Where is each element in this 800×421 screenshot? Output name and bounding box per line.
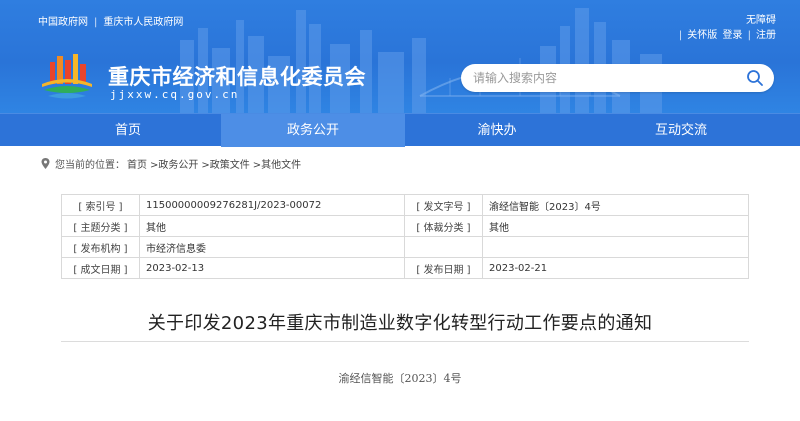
meta-key-written-date: [ 成文日期 ] — [61, 257, 140, 279]
table-row: [ 发布机构 ] 市经济信息委 — [61, 236, 749, 258]
meta-key-genre: [ 体裁分类 ] — [404, 215, 483, 237]
meta-key-index: [ 索引号 ] — [61, 194, 140, 216]
breadcrumb-other-docs[interactable]: >其他文件 — [253, 156, 301, 171]
link-gov-cn[interactable]: 中国政府网 — [38, 13, 88, 28]
divider: | — [94, 17, 98, 28]
utility-links: 无障碍 | 关怀版 登录 | 注册 — [677, 13, 776, 43]
table-row: [ 主题分类 ] 其他 [ 体裁分类 ] 其他 — [61, 215, 749, 237]
meta-key-publish-date: [ 发布日期 ] — [404, 257, 483, 279]
meta-key-doc-number: [ 发文字号 ] — [404, 194, 483, 216]
site-url: jjxxw.cq.gov.cn — [110, 88, 240, 101]
link-cq-gov[interactable]: 重庆市人民政府网 — [103, 13, 183, 28]
meta-value-empty — [482, 236, 749, 258]
search-icon[interactable] — [746, 69, 764, 87]
divider: | — [678, 30, 683, 41]
breadcrumb: 您当前的位置： 首页 >政务公开 >政策文件 >其他文件 — [41, 156, 304, 171]
meta-value-written-date: 2023-02-13 — [139, 257, 405, 279]
login-link[interactable]: 登录 — [722, 30, 742, 41]
breadcrumb-prefix: 您当前的位置： — [55, 160, 125, 171]
meta-value-publish-date: 2023-02-21 — [482, 257, 749, 279]
nav-item-yukuaiban[interactable]: 渝快办 — [405, 114, 589, 147]
site-header: 中国政府网 | 重庆市人民政府网 无障碍 | 关怀版 登录 | 注册 重庆市经济和信息化… — [0, 0, 800, 113]
breadcrumb-gov-affairs[interactable]: >政务公开 — [150, 156, 198, 171]
nav-item-home[interactable]: 首页 — [35, 114, 221, 147]
divider: | — [747, 30, 751, 41]
document-title: 关于印发2023年重庆市制造业数字化转型行动工作要点的通知 — [147, 313, 653, 334]
elder-care-link[interactable]: 关怀版 — [687, 30, 717, 41]
accessibility-link[interactable]: 无障碍 — [677, 13, 776, 28]
meta-value-index: 11500000009276281J/2023-00072 — [139, 194, 405, 216]
breadcrumb-policy-docs[interactable]: >政策文件 — [201, 156, 249, 171]
divider — [61, 341, 749, 342]
table-row: [ 索引号 ] 11500000009276281J/2023-00072 [ … — [61, 194, 749, 216]
meta-value-topic: 其他 — [139, 215, 405, 237]
nav-item-gov-affairs[interactable]: 政务公开 — [221, 114, 405, 147]
document-number: 渝经信智能〔2023〕4号 — [338, 372, 462, 385]
nav-item-interaction[interactable]: 互动交流 — [589, 114, 773, 147]
site-logo-icon[interactable] — [38, 52, 96, 102]
table-row: [ 成文日期 ] 2023-02-13 [ 发布日期 ] 2023-02-21 — [61, 257, 749, 279]
location-pin-icon — [41, 158, 50, 169]
meta-key-topic: [ 主题分类 ] — [61, 215, 140, 237]
meta-key-empty — [404, 236, 483, 258]
top-links: 中国政府网 | 重庆市人民政府网 — [38, 13, 183, 28]
meta-value-doc-number: 渝经信智能〔2023〕4号 — [482, 194, 749, 216]
document-meta-table: [ 索引号 ] 11500000009276281J/2023-00072 [ … — [61, 194, 749, 279]
meta-key-publisher: [ 发布机构 ] — [61, 236, 140, 258]
meta-value-publisher: 市经济信息委 — [139, 236, 405, 258]
search-input[interactable] — [473, 68, 733, 88]
search-box — [461, 64, 774, 92]
site-title[interactable]: 重庆市经济和信息化委员会 — [108, 61, 366, 91]
breadcrumb-home[interactable]: 首页 — [127, 156, 147, 171]
main-nav: 首页 政务公开 渝快办 互动交流 — [0, 113, 800, 147]
meta-value-genre: 其他 — [482, 215, 749, 237]
register-link[interactable]: 注册 — [756, 30, 776, 41]
